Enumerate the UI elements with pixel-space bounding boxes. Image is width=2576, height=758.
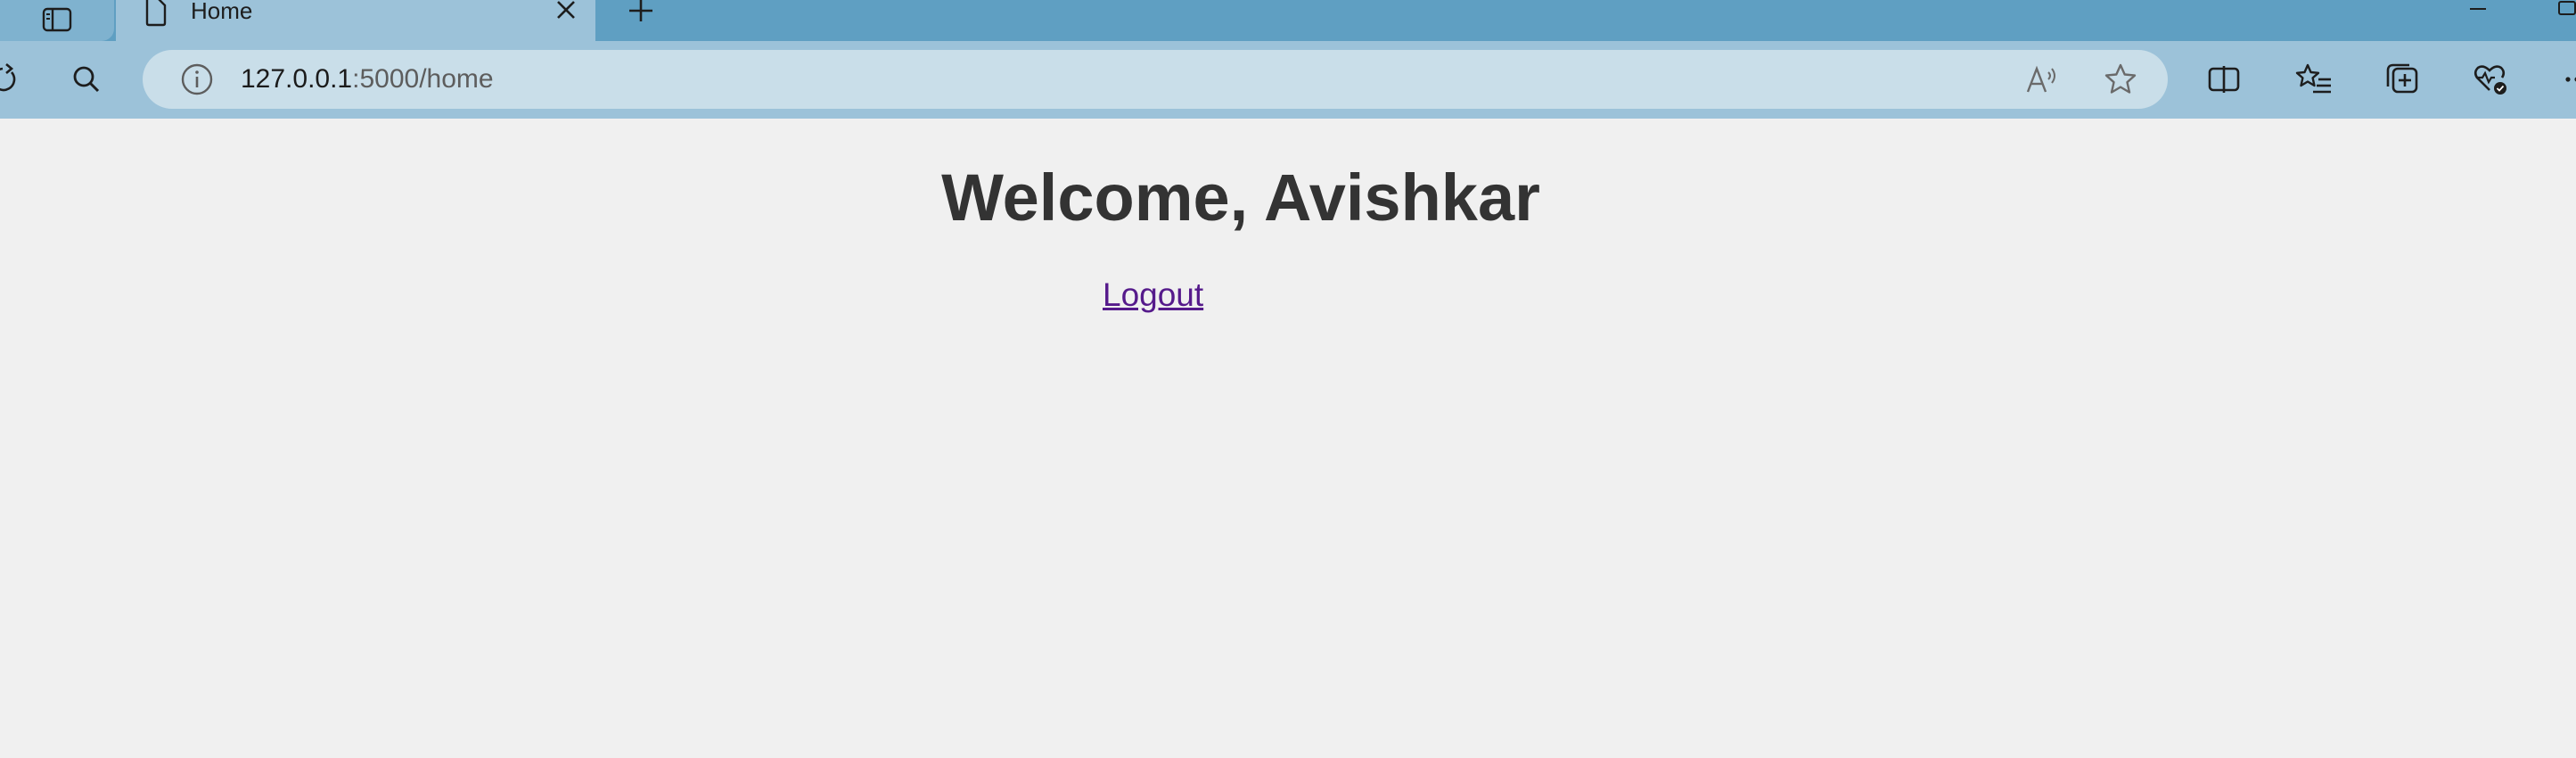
sidebar-toggle-button[interactable] [0,0,114,41]
close-icon [557,1,575,19]
url-text[interactable]: 127.0.0.1:5000/home [241,50,494,109]
browser-essentials-icon [2473,65,2506,95]
add-favorite-button[interactable] [2098,57,2143,102]
url-host: 127.0.0.1 [241,64,353,94]
browser-chrome: Home 127.0.0.1:5000/home [0,0,2576,119]
tab-close-button[interactable] [551,0,581,23]
site-info-button[interactable] [175,57,219,102]
window-minimize-button[interactable] [2458,0,2498,18]
plus-icon [629,0,652,21]
logout-link[interactable]: Logout [1103,276,1203,315]
search-button[interactable] [64,57,109,102]
new-tab-button[interactable] [619,0,663,23]
address-bar[interactable]: 127.0.0.1:5000/home [143,50,2168,109]
minimize-icon [2470,8,2486,10]
more-button[interactable] [2553,57,2576,102]
url-path: :5000/home [352,64,494,94]
collections-icon [2386,63,2418,94]
window-maximize-button[interactable] [2547,0,2576,18]
read-aloud-button[interactable] [2020,57,2064,102]
browser-essentials-button[interactable] [2469,57,2514,102]
split-screen-icon [2208,66,2240,93]
info-icon [181,63,213,95]
welcome-heading: Welcome, Avishkar [941,161,1540,235]
favorite-star-icon [2104,63,2137,94]
tab-home[interactable]: Home [116,0,595,41]
refresh-icon [0,63,16,92]
refresh-button[interactable] [0,57,27,102]
page-content: Welcome, Avishkar Logout [0,119,2576,758]
tab-title: Home [191,0,253,24]
maximize-icon [2558,1,2576,15]
split-screen-button[interactable] [2202,57,2246,102]
more-icon [2565,77,2576,82]
read-aloud-icon [2026,65,2055,93]
search-icon [73,66,100,93]
page-icon [141,0,171,27]
collections-button[interactable] [2380,57,2424,102]
favorites-icon [2295,63,2331,94]
favorites-button[interactable] [2293,57,2337,102]
tab-strip: Home [0,0,2576,41]
sidebar-icon [42,7,72,32]
browser-toolbar: 127.0.0.1:5000/home [0,41,2576,119]
